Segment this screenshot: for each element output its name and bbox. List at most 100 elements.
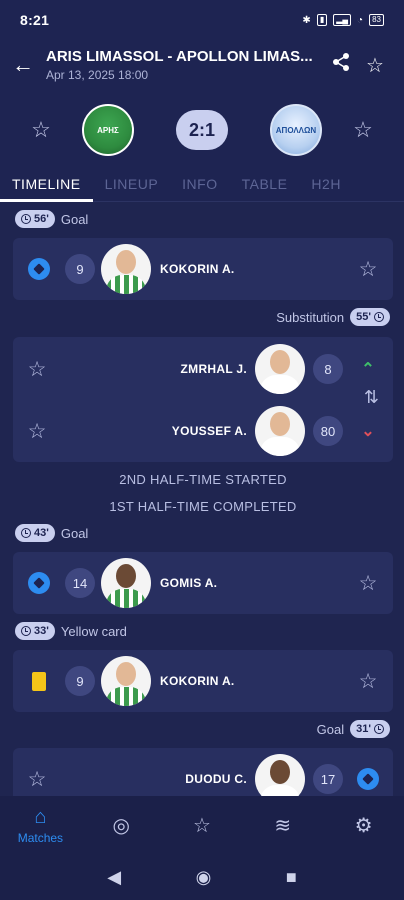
battery-icon: 83 bbox=[369, 14, 384, 26]
favorite-match-star-icon[interactable]: ☆ bbox=[358, 53, 392, 78]
favorite-player-star-icon[interactable]: ☆ bbox=[13, 419, 61, 444]
football-icon bbox=[28, 572, 50, 594]
favorite-player-star-icon[interactable]: ☆ bbox=[343, 669, 393, 694]
event-header-goal-31: Goal 31' bbox=[317, 720, 390, 738]
tab-lineup[interactable]: LINEUP bbox=[93, 170, 171, 202]
status-icons: ✱ ▮ ▂▄ ◔ 83 bbox=[302, 14, 384, 26]
minute-text: 56' bbox=[34, 213, 49, 225]
favorite-player-star-icon[interactable]: ☆ bbox=[343, 257, 393, 282]
favorite-player-star-icon[interactable]: ☆ bbox=[13, 767, 61, 792]
live-broadcast-icon: ◎ bbox=[112, 814, 130, 837]
nav-matches[interactable]: ⌂ Matches bbox=[5, 806, 75, 845]
player-avatar bbox=[101, 558, 151, 608]
minute-text: 31' bbox=[356, 723, 371, 735]
event-header-substitution-55: Substitution 55' bbox=[276, 308, 390, 326]
vibrate-icon: ▮ bbox=[316, 14, 328, 26]
tab-table[interactable]: TABLE bbox=[230, 170, 300, 202]
football-icon bbox=[357, 768, 379, 790]
share-icon[interactable] bbox=[324, 52, 358, 78]
status-time: 8:21 bbox=[20, 12, 50, 28]
event-type-label: Substitution bbox=[276, 309, 345, 325]
event-card-substitution-55[interactable]: ☆ ZMRHAL J. 8 ⌃ ☆ YOUSSEF A. 80 ⌄ ⇅ bbox=[13, 337, 393, 462]
tab-timeline[interactable]: TIMELINE bbox=[0, 170, 93, 202]
minute-text: 43' bbox=[34, 527, 49, 539]
player-avatar bbox=[101, 656, 151, 706]
event-type-label: Goal bbox=[316, 721, 345, 737]
player-number: 9 bbox=[65, 254, 95, 284]
match-title-block: ARIS LIMASSOL - APOLLON LIMAS... Apr 13,… bbox=[40, 48, 324, 82]
player-name: GOMIS A. bbox=[160, 576, 218, 590]
favorite-player-star-icon[interactable]: ☆ bbox=[343, 571, 393, 596]
player-number: 17 bbox=[313, 764, 343, 794]
player-number: 8 bbox=[313, 354, 343, 384]
clock-icon bbox=[21, 626, 31, 636]
nav-news[interactable]: ≋ bbox=[248, 813, 318, 838]
player-avatar bbox=[255, 406, 305, 456]
bottom-nav: ⌂ Matches ◎ ☆ ≋ ⚙ bbox=[0, 796, 404, 854]
bluetooth-icon: ✱ bbox=[302, 14, 311, 26]
wifi-icon: ◔ bbox=[357, 14, 364, 26]
match-title: ARIS LIMASSOL - APOLLON LIMAS... bbox=[46, 48, 313, 65]
event-header-goal-43: 43' Goal bbox=[15, 524, 88, 542]
minute-pill: 56' bbox=[15, 210, 55, 228]
minute-text: 33' bbox=[34, 625, 49, 637]
player-name: DUODU C. bbox=[185, 772, 247, 786]
home-icon: ⌂ bbox=[34, 805, 47, 828]
nav-live[interactable]: ◎ bbox=[86, 813, 156, 838]
sub-in-row: ☆ ZMRHAL J. 8 ⌃ bbox=[13, 339, 393, 399]
clock-icon bbox=[374, 312, 384, 322]
clock-icon bbox=[21, 528, 31, 538]
event-card-yellow-33[interactable]: 9 KOKORIN A. ☆ bbox=[13, 650, 393, 712]
minute-pill: 33' bbox=[15, 622, 55, 640]
event-card-goal-56[interactable]: 9 KOKORIN A. ☆ bbox=[13, 238, 393, 300]
swap-icon: ⇅ bbox=[363, 387, 379, 407]
gear-icon: ⚙ bbox=[354, 814, 373, 837]
second-half-started-label: 2ND HALF-TIME STARTED bbox=[119, 472, 287, 487]
nav-favorites[interactable]: ☆ bbox=[167, 813, 237, 838]
event-header-yellow-33: 33' Yellow card bbox=[15, 622, 127, 640]
tab-h2h[interactable]: H2H bbox=[299, 170, 353, 202]
minute-text: 55' bbox=[356, 311, 371, 323]
away-team-star-icon[interactable]: ☆ bbox=[322, 117, 404, 143]
match-date: Apr 13, 2025 18:00 bbox=[46, 68, 149, 82]
player-name: ZMRHAL J. bbox=[180, 362, 247, 376]
back-arrow-icon[interactable]: ← bbox=[12, 52, 40, 78]
home-team-crest[interactable]: ΑΡΗΣ bbox=[82, 104, 134, 156]
sub-out-arrow-icon: ⌄ bbox=[361, 423, 375, 440]
recents-square-icon[interactable]: ■ bbox=[286, 867, 297, 888]
event-row: 9 KOKORIN A. ☆ bbox=[13, 239, 393, 299]
clock-icon bbox=[374, 724, 384, 734]
home-team-star-icon[interactable]: ☆ bbox=[0, 117, 82, 143]
event-type-label: Yellow card bbox=[60, 623, 127, 639]
first-half-completed-label: 1ST HALF-TIME COMPLETED bbox=[109, 499, 297, 514]
event-header-goal-56: 56' Goal bbox=[15, 210, 88, 228]
event-row: 14 GOMIS A. ☆ bbox=[13, 553, 393, 613]
score-bar: ☆ ΑΡΗΣ 2:1 ΑΠΟΛΛΩΝ ☆ bbox=[0, 90, 404, 170]
yellow-card-icon bbox=[32, 671, 46, 691]
event-type-label: Goal bbox=[60, 525, 89, 541]
player-avatar bbox=[101, 244, 151, 294]
favorite-player-star-icon[interactable]: ☆ bbox=[13, 357, 61, 382]
tab-info[interactable]: INFO bbox=[170, 170, 229, 202]
home-circle-icon[interactable]: ◉ bbox=[196, 867, 212, 888]
event-row: 9 KOKORIN A. ☆ bbox=[13, 651, 393, 711]
nav-matches-label: Matches bbox=[17, 830, 64, 845]
event-card-goal-31[interactable]: ☆ DUODU C. 17 bbox=[13, 748, 393, 796]
rss-icon: ≋ bbox=[274, 814, 292, 837]
clock-icon bbox=[21, 214, 31, 224]
minute-pill: 31' bbox=[350, 720, 390, 738]
player-name: KOKORIN A. bbox=[160, 262, 235, 276]
player-avatar bbox=[255, 344, 305, 394]
away-team-crest[interactable]: ΑΠΟΛΛΩΝ bbox=[270, 104, 322, 156]
event-type-label: Goal bbox=[60, 211, 89, 227]
star-icon: ☆ bbox=[193, 814, 211, 837]
event-row: ☆ DUODU C. 17 bbox=[13, 749, 393, 796]
status-bar: 8:21 ✱ ▮ ▂▄ ◔ 83 bbox=[0, 0, 404, 40]
event-card-goal-43[interactable]: 14 GOMIS A. ☆ bbox=[13, 552, 393, 614]
timeline-list[interactable]: 56' Goal 9 KOKORIN A. ☆ Substitution 55'… bbox=[0, 204, 404, 796]
player-number: 14 bbox=[65, 568, 95, 598]
match-header: ← ARIS LIMASSOL - APOLLON LIMAS... Apr 1… bbox=[0, 40, 404, 90]
back-triangle-icon[interactable]: ◀ bbox=[107, 867, 121, 888]
nav-settings[interactable]: ⚙ bbox=[329, 813, 399, 838]
system-nav-bar: ◀ ◉ ■ bbox=[0, 854, 404, 900]
